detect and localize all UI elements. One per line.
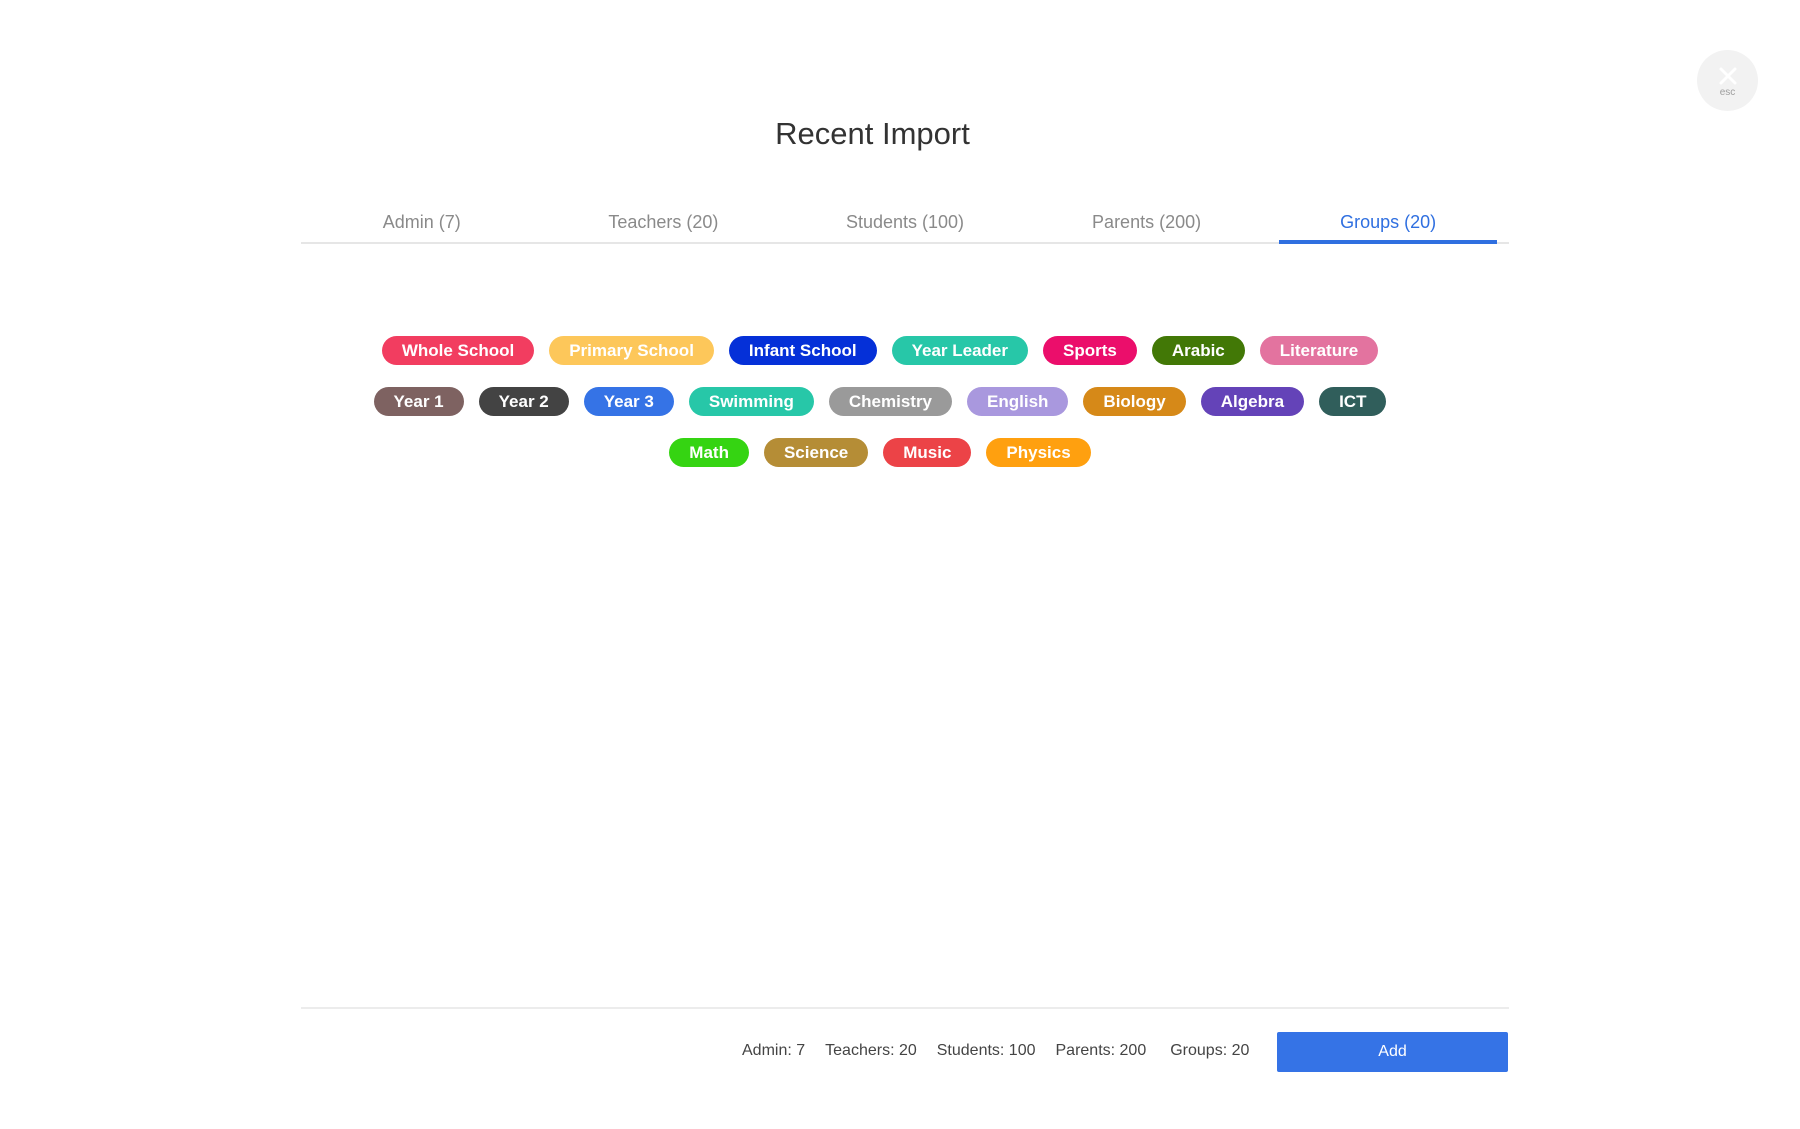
page-title: Recent Import [775, 116, 970, 151]
import-summary: Admin: 7 Teachers: 20 Students: 100 Pare… [742, 1040, 1249, 1062]
add-button[interactable]: Add [1277, 1032, 1508, 1072]
group-chip[interactable]: Whole School [381, 336, 535, 365]
group-chip[interactable]: Literature [1259, 336, 1379, 365]
group-chip[interactable]: Primary School [549, 336, 714, 365]
groups-count: Groups: 20 [1170, 1042, 1250, 1059]
teachers-count: Teachers: 20 [825, 1042, 917, 1059]
group-chip[interactable]: Arabic [1151, 336, 1245, 365]
tab-parents[interactable]: Parents (200) [1026, 205, 1268, 242]
group-chip[interactable]: Year 1 [373, 387, 464, 416]
group-list: Whole School Primary School Infant Schoo… [350, 336, 1410, 467]
group-chip[interactable]: Year 3 [583, 387, 674, 416]
tab-teachers[interactable]: Teachers (20) [543, 205, 785, 242]
group-chip[interactable]: Swimming [688, 387, 814, 416]
esc-label: esc [1719, 86, 1736, 98]
group-chip[interactable]: Year 2 [478, 387, 569, 416]
group-chip[interactable]: Biology [1083, 387, 1186, 416]
group-chip[interactable]: Physics [986, 438, 1091, 467]
close-button[interactable]: esc [1697, 50, 1758, 111]
group-chip[interactable]: Science [763, 438, 869, 467]
group-chip[interactable]: Infant School [728, 336, 877, 365]
tab-bar: Admin (7) Teachers (20) Students (100) P… [301, 205, 1509, 244]
group-chip[interactable]: Year Leader [891, 336, 1028, 365]
admin-count: Admin: 7 [742, 1042, 806, 1059]
tab-students[interactable]: Students (100) [784, 205, 1026, 242]
tab-admin[interactable]: Admin (7) [301, 205, 543, 242]
close-icon [1719, 67, 1736, 84]
group-chip[interactable]: ICT [1319, 387, 1387, 416]
group-chip[interactable]: English [967, 387, 1069, 416]
group-chip[interactable]: Sports [1043, 336, 1137, 365]
group-chip[interactable]: Math [669, 438, 749, 467]
group-chip[interactable]: Music [883, 438, 972, 467]
tab-groups[interactable]: Groups (20) [1267, 205, 1509, 244]
students-count: Students: 100 [936, 1042, 1036, 1059]
group-chip[interactable]: Algebra [1200, 387, 1305, 416]
parents-count: Parents: 200 [1055, 1042, 1147, 1059]
group-chip[interactable]: Chemistry [828, 387, 953, 416]
footer-divider [301, 1007, 1509, 1009]
